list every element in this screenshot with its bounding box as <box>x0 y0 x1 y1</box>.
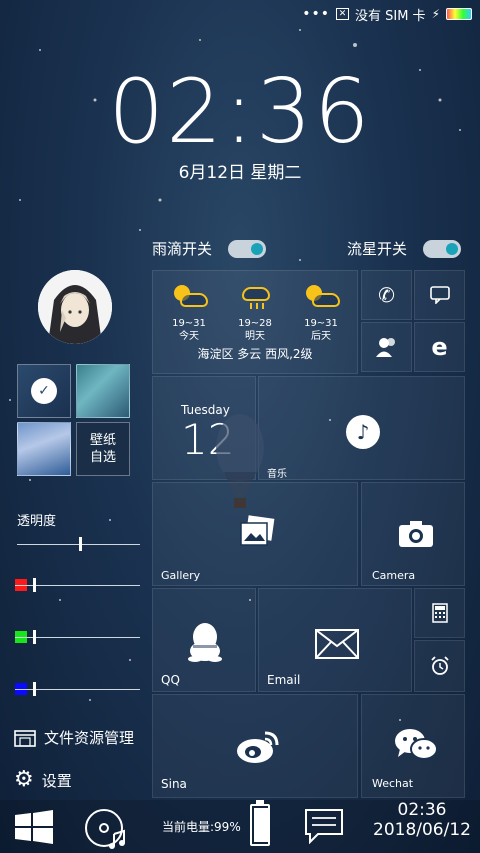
wallpaper-thumb-2[interactable] <box>76 364 130 418</box>
gallery-tile[interactable]: Gallery <box>152 482 358 586</box>
user-avatar[interactable] <box>38 270 112 344</box>
weather-range: 19~31 <box>304 318 338 329</box>
phone-icon: ✆ <box>378 283 395 307</box>
sina-weibo-tile[interactable]: Sina <box>152 694 358 798</box>
partly-cloudy-icon <box>304 283 340 311</box>
partly-cloudy-icon <box>172 283 208 311</box>
status-bar: ••• ✕ 没有 SIM 卡 ⚡ <box>302 4 472 24</box>
contacts-tile[interactable] <box>361 322 412 372</box>
raindrop-toggle-switch[interactable] <box>228 239 267 258</box>
taskbar-clock[interactable]: 02:36 2018/06/12 <box>369 800 475 840</box>
file-manager-link[interactable]: 文件资源管理 <box>14 727 134 748</box>
check-icon: ✓ <box>31 378 57 404</box>
rain-cloud-icon <box>238 283 272 311</box>
battery-level-icon <box>250 804 270 846</box>
weather-day-label: 今天 <box>179 331 199 342</box>
settings-label: 设置 <box>41 771 72 790</box>
alarm-tile[interactable] <box>414 640 465 692</box>
weather-location: 海淀区 多云 西风,2级 <box>197 347 313 361</box>
taskbar-time: 02:36 <box>397 800 447 820</box>
switch-knob <box>251 242 264 255</box>
contacts-icon <box>375 338 395 357</box>
gear-icon: ⚙ <box>14 767 34 792</box>
windows-logo-icon <box>15 810 53 844</box>
switch-knob <box>446 242 459 255</box>
green-slider-handle[interactable] <box>33 630 36 644</box>
charging-icon: ⚡ <box>431 7 440 21</box>
weather-days: 19~31 今天 19~28 明天 19~31 后天 <box>153 271 357 343</box>
message-lines-icon <box>305 809 343 845</box>
meteor-toggle-row: 流星开关 <box>347 238 462 259</box>
calculator-tile[interactable] <box>414 588 465 638</box>
qq-label: QQ <box>161 673 180 687</box>
raindrop-toggle-label: 雨滴开关 <box>152 240 213 258</box>
camera-icon <box>399 521 433 547</box>
email-label: Email <box>267 673 301 687</box>
weibo-icon <box>237 731 279 763</box>
cd-music-icon <box>85 809 125 849</box>
weather-range: 19~31 <box>172 318 206 329</box>
calculator-icon <box>431 603 448 623</box>
phone-tile[interactable]: ✆ <box>361 270 412 320</box>
file-manager-label: 文件资源管理 <box>44 729 135 747</box>
transparency-slider-handle[interactable] <box>79 537 82 551</box>
transparency-label: 透明度 <box>17 514 57 529</box>
wechat-icon <box>395 729 438 760</box>
meteor-toggle-switch[interactable] <box>423 239 462 258</box>
weather-day-tomorrow: 19~28 明天 <box>231 283 279 343</box>
envelope-icon <box>315 629 359 659</box>
browser-tile[interactable]: e <box>414 322 465 372</box>
camera-tile[interactable]: Camera <box>361 482 465 586</box>
wallpaper-thumb-1[interactable]: ✓ <box>17 364 71 418</box>
taskbar-date: 2018/06/12 <box>373 820 471 840</box>
no-data-icon: ✕ <box>335 8 349 20</box>
battery-fill <box>254 808 270 842</box>
weather-range: 19~28 <box>238 318 272 329</box>
weather-day-today: 19~31 今天 <box>165 283 213 343</box>
notification-dots: ••• <box>302 6 330 22</box>
music-label: 音乐 <box>267 469 287 480</box>
wallpaper-thumb-3[interactable] <box>17 422 71 476</box>
music-player-button[interactable] <box>84 806 128 853</box>
email-tile[interactable]: Email <box>258 588 412 692</box>
messages-tile[interactable] <box>414 270 465 320</box>
blue-slider-handle[interactable] <box>33 682 36 696</box>
battery-icon <box>446 8 472 20</box>
wechat-tile[interactable]: Wechat <box>361 694 465 798</box>
gallery-photos-icon <box>240 515 275 546</box>
weather-day-label: 明天 <box>245 331 265 342</box>
lockscreen-date: 6月12日 星期二 <box>178 163 302 183</box>
music-tile[interactable]: ♪ 音乐 <box>258 376 465 480</box>
red-slider-handle[interactable] <box>33 578 36 592</box>
sina-label: Sina <box>161 777 187 791</box>
settings-link[interactable]: ⚙ 设置 <box>14 769 72 791</box>
notifications-button[interactable] <box>304 808 344 848</box>
wechat-label: Wechat <box>372 777 414 790</box>
gallery-label: Gallery <box>161 569 201 582</box>
browser-e-icon: e <box>431 333 448 361</box>
sim-status-text: 没有 SIM 卡 <box>354 8 426 24</box>
weather-day-after-tomorrow: 19~31 后天 <box>297 283 345 343</box>
music-note-icon: ♪ <box>346 415 380 449</box>
lockscreen-clock: 02:36 <box>108 60 372 163</box>
battery-percent-text: 当前电量:99% <box>162 820 241 834</box>
weather-tile[interactable]: 19~31 今天 19~28 明天 19~31 后天 海淀区 多云 西风,2级 <box>152 270 358 374</box>
avatar-illustration <box>38 270 112 344</box>
message-icon <box>429 286 450 304</box>
qq-penguin-icon <box>188 623 222 662</box>
folder-icon <box>14 729 36 747</box>
alarm-clock-icon <box>430 656 449 675</box>
wallpaper-custom-button[interactable]: 壁纸 自选 <box>76 422 130 476</box>
camera-label: Camera <box>372 569 416 582</box>
qq-tile[interactable]: QQ <box>152 588 256 692</box>
battery-cap <box>256 800 264 804</box>
weather-day-label: 后天 <box>311 331 331 342</box>
meteor-toggle-label: 流星开关 <box>347 240 408 258</box>
windows-start-button[interactable] <box>15 810 53 848</box>
raindrop-toggle-row: 雨滴开关 <box>152 238 267 259</box>
